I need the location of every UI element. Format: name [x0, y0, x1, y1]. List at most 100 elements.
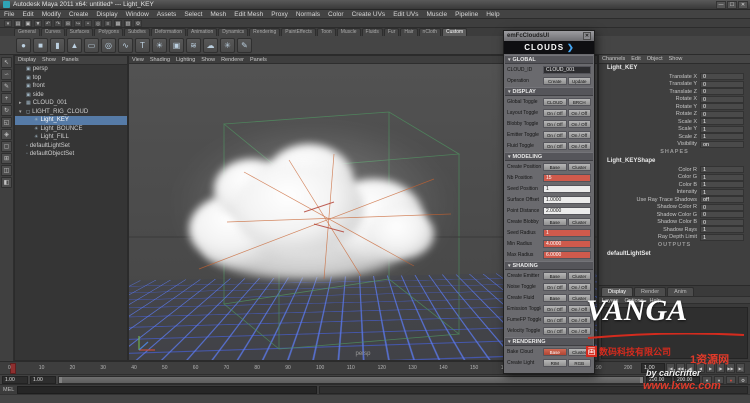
- select-tool[interactable]: ↖: [1, 57, 12, 68]
- noise-toggle-on-off-button[interactable]: On / Off: [568, 283, 592, 291]
- menu-display[interactable]: Display: [92, 10, 121, 18]
- clouds-window-titlebar[interactable]: emFcCloudsUI ✕: [504, 31, 594, 41]
- channel-value-field[interactable]: 1: [700, 166, 744, 173]
- move-tool[interactable]: +: [1, 93, 12, 104]
- operation-create-button[interactable]: Create: [543, 77, 567, 85]
- shelf-paint-icon[interactable]: ✎: [237, 38, 252, 53]
- clouds-section-display[interactable]: ▾DISPLAY: [505, 87, 593, 96]
- outliner-menu-display[interactable]: Display: [15, 56, 39, 64]
- global-toggle-brch-button[interactable]: BRCH: [568, 98, 592, 106]
- clouds-section-rendering[interactable]: ▾RENDERING: [505, 337, 593, 346]
- menu-muscle[interactable]: Muscle: [422, 10, 451, 18]
- fluid-toggle-on-off-button[interactable]: On / Off: [568, 142, 592, 150]
- shelf-tab-muscle[interactable]: Muscle: [337, 28, 361, 36]
- min-radius-field[interactable]: 4.0000: [543, 240, 591, 248]
- create-blobby-cluster-button[interactable]: Cluster: [568, 218, 592, 226]
- layout-four-pane-icon[interactable]: ⊞: [1, 153, 12, 164]
- rotate-tool[interactable]: ↻: [1, 105, 12, 116]
- create-blobby-base-button[interactable]: Base: [543, 218, 567, 226]
- shelf-plane-icon[interactable]: ▭: [84, 38, 99, 53]
- go-to-end-button[interactable]: ▶|: [736, 363, 745, 373]
- layout-split-pane-icon[interactable]: ◫: [1, 165, 12, 176]
- paint-select-tool[interactable]: ✎: [1, 81, 12, 92]
- menu-edit-uvs[interactable]: Edit UVs: [389, 10, 422, 18]
- shelf-cube-icon[interactable]: ■: [33, 38, 48, 53]
- channel-value-field[interactable]: 1: [700, 174, 744, 181]
- layout-toggle-on-off-button[interactable]: On / Off: [568, 109, 592, 117]
- snap-point-icon[interactable]: •: [84, 20, 92, 27]
- channel-value-field[interactable]: 0: [700, 88, 744, 95]
- layout-outliner-pane-icon[interactable]: ◧: [1, 177, 12, 188]
- menu-modify[interactable]: Modify: [38, 10, 65, 18]
- viewport-menu-view[interactable]: View: [129, 56, 147, 63]
- blobby-toggle-on-off-button[interactable]: On / Off: [543, 120, 567, 128]
- command-line-language-label[interactable]: MEL: [0, 387, 17, 393]
- viewport-menu-shading[interactable]: Shading: [147, 56, 173, 63]
- viewport-menu-renderer[interactable]: Renderer: [218, 56, 247, 63]
- shelf-tab-custom[interactable]: Custom: [442, 28, 467, 36]
- range-slider-track[interactable]: [58, 376, 644, 384]
- shelf-fluid-icon[interactable]: ≋: [186, 38, 201, 53]
- clouds-section-global[interactable]: ▾GLOBAL: [505, 55, 593, 64]
- channel-value-field[interactable]: off: [700, 196, 744, 203]
- shelf-tab-toon[interactable]: Toon: [317, 28, 336, 36]
- channel-value-field[interactable]: 0: [700, 219, 744, 226]
- shelf-cylinder-icon[interactable]: ▮: [50, 38, 65, 53]
- channelbox-menu-channels[interactable]: Channels: [599, 55, 628, 63]
- shelf-tab-deformation[interactable]: Deformation: [151, 28, 186, 36]
- range-slider-handle[interactable]: [59, 377, 643, 383]
- channel-value-field[interactable]: 1: [700, 133, 744, 140]
- shelf-tab-ncloth[interactable]: nCloth: [419, 28, 441, 36]
- menu-file[interactable]: File: [0, 10, 18, 18]
- viewport-menu-show[interactable]: Show: [198, 56, 218, 63]
- outliner-item-light-key[interactable]: ☀Light_KEY: [15, 116, 127, 125]
- shelf-tab-animation[interactable]: Animation: [187, 28, 217, 36]
- channel-node-light-keyshape[interactable]: Light_KEYShape: [599, 157, 750, 166]
- channel-value-field[interactable]: 1: [700, 181, 744, 188]
- fumefp-toggle-on-off-button[interactable]: On / Off: [543, 316, 567, 324]
- cloud-id-field[interactable]: CLOUD_001: [543, 66, 591, 74]
- viewport-menu-panels[interactable]: Panels: [247, 56, 270, 63]
- outliner-item-light-bounce[interactable]: ☀Light_BOUNCE: [15, 125, 127, 134]
- redo-icon[interactable]: ↷: [54, 20, 62, 27]
- create-light-rgb-button[interactable]: RGB: [568, 359, 592, 367]
- menu-proxy[interactable]: Proxy: [267, 10, 292, 18]
- operation-update-button[interactable]: Update: [568, 77, 592, 85]
- render-current-frame-icon[interactable]: ▦: [114, 20, 122, 27]
- outliner-menu-show[interactable]: Show: [39, 56, 59, 64]
- shelf-cone-icon[interactable]: ▲: [67, 38, 82, 53]
- shelf-text-icon[interactable]: T: [135, 38, 150, 53]
- emitter-toggle-on-off-button[interactable]: On / Off: [543, 131, 567, 139]
- menu-mesh[interactable]: Mesh: [206, 10, 230, 18]
- shelf-cloud-icon[interactable]: ☁: [203, 38, 218, 53]
- channel-value-field[interactable]: 1: [700, 234, 744, 241]
- emission-toggle-on-off-button[interactable]: On / Off: [543, 305, 567, 313]
- shelf-tab-surfaces[interactable]: Surfaces: [66, 28, 94, 36]
- menu-edit[interactable]: Edit: [18, 10, 37, 18]
- window-minimize-button[interactable]: —: [716, 1, 726, 9]
- seed-position-field[interactable]: 1: [543, 185, 591, 193]
- save-scene-icon[interactable]: ▼: [34, 20, 42, 27]
- ipr-render-icon[interactable]: ▧: [124, 20, 132, 27]
- channel-value-field[interactable]: 0: [700, 73, 744, 80]
- animation-preferences-button[interactable]: ⚙: [738, 376, 748, 384]
- shelf-tab-dynamics[interactable]: Dynamics: [218, 28, 248, 36]
- shelf-tab-hair[interactable]: Hair: [400, 28, 417, 36]
- close-icon[interactable]: ✕: [583, 32, 591, 40]
- nb-position-field[interactable]: 15: [543, 174, 591, 182]
- expand-arrow-icon[interactable]: ▸: [19, 100, 24, 106]
- viewport-menu-lighting[interactable]: Lighting: [173, 56, 198, 63]
- animation-start-field[interactable]: 1.00: [2, 376, 28, 384]
- snap-grid-icon[interactable]: ⊞: [64, 20, 72, 27]
- layout-single-pane-icon[interactable]: ▢: [1, 141, 12, 152]
- shelf-tab-rendering[interactable]: Rendering: [249, 28, 280, 36]
- clouds-section-modeling[interactable]: ▾MODELING: [505, 152, 593, 161]
- window-close-button[interactable]: ✕: [738, 1, 748, 9]
- universal-manipulator-tool[interactable]: ◈: [1, 129, 12, 140]
- shelf-sphere-icon[interactable]: ●: [16, 38, 31, 53]
- render-settings-icon[interactable]: ⚙: [134, 20, 142, 27]
- shelf-tab-polygons[interactable]: Polygons: [94, 28, 123, 36]
- channel-value-field[interactable]: 1: [700, 226, 744, 233]
- shelf-tab-curves[interactable]: Curves: [41, 28, 65, 36]
- channelbox-menu-object[interactable]: Object: [644, 55, 666, 63]
